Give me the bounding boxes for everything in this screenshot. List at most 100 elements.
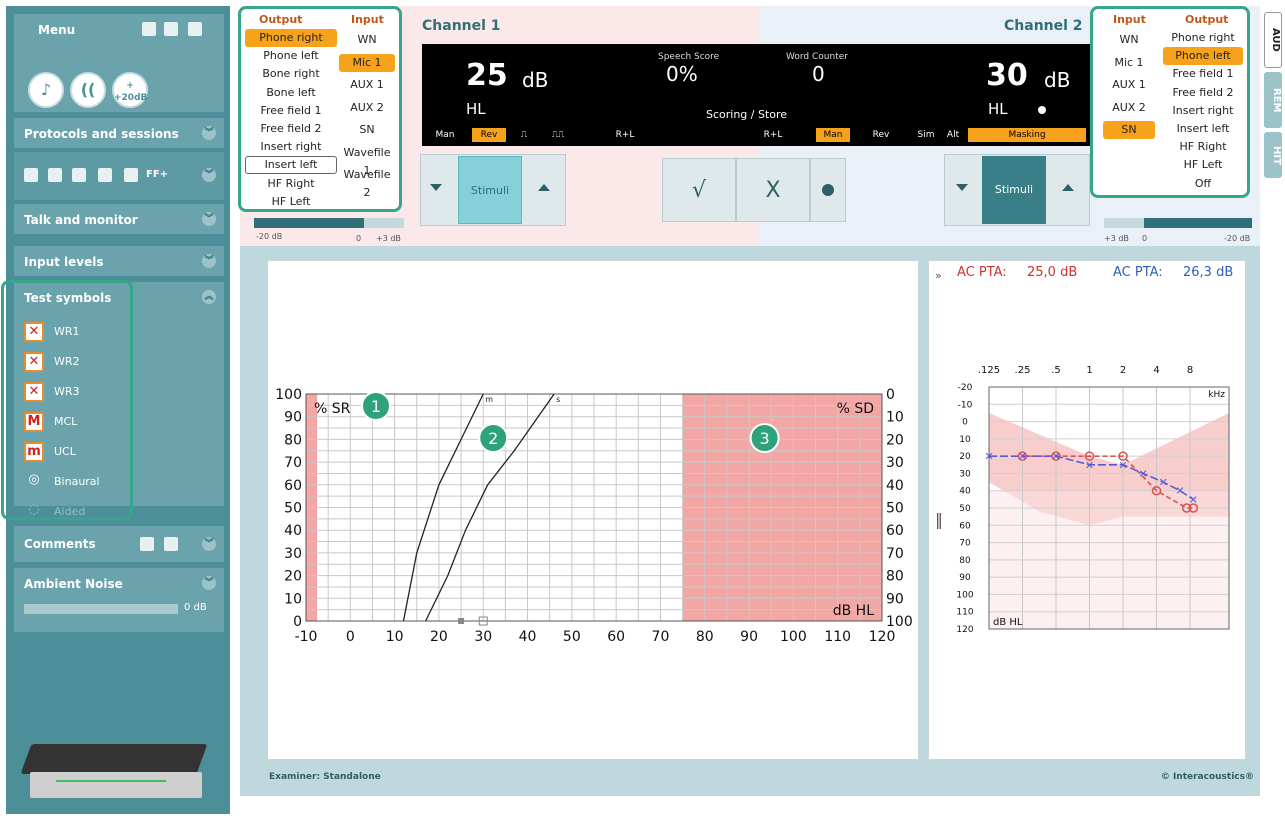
channel2-hl: HL: [988, 100, 1008, 118]
comment-edit-icon[interactable]: [140, 537, 154, 551]
input-option[interactable]: AUX 1: [1103, 76, 1155, 94]
channel2-mode-button[interactable]: Man: [816, 128, 850, 142]
channel1-mode-button[interactable]: Man: [430, 128, 460, 142]
channel2-mode-button[interactable]: Rev: [866, 128, 896, 142]
speech-button[interactable]: ((: [70, 72, 106, 108]
channel1-mode-button[interactable]: ⎍⎍: [540, 128, 576, 142]
output-option[interactable]: Free field 1: [1163, 65, 1243, 83]
input-option[interactable]: Mic 1: [339, 53, 395, 72]
channel2-up-icon[interactable]: [1062, 184, 1074, 191]
y-left-tick-label: 100: [275, 387, 302, 403]
stenger-icon[interactable]: [72, 168, 86, 182]
print-icon[interactable]: [142, 22, 156, 36]
slider-zero: 0: [356, 234, 362, 243]
channel2-mode-button[interactable]: Masking: [968, 128, 1086, 142]
input-option[interactable]: AUX 2: [1103, 99, 1155, 117]
output-option[interactable]: Insert right: [1163, 102, 1243, 120]
chevron-up-icon[interactable]: ︽: [202, 290, 216, 304]
channel2-mode-button[interactable]: R+L: [758, 128, 788, 142]
unit-label: dB HL: [993, 617, 1023, 628]
music-button[interactable]: ♪: [28, 72, 64, 108]
output-option[interactable]: Insert left: [245, 156, 337, 175]
curve-label-m: m: [485, 395, 493, 404]
output-option[interactable]: Phone right: [245, 29, 337, 47]
level-tick-label: 20: [959, 452, 971, 462]
ff-plus-label[interactable]: FF+: [146, 169, 168, 180]
ambient-noise-value: 0 dB: [184, 602, 207, 613]
y-right-tick-label: 90: [886, 591, 904, 607]
channel2-mode-button[interactable]: Sim: [914, 128, 938, 142]
output-option[interactable]: Phone left: [245, 47, 337, 65]
menu-label: Menu: [38, 23, 76, 37]
input-option[interactable]: Wavefile 2: [339, 166, 395, 199]
swap-icon[interactable]: [98, 168, 112, 182]
speaker-icon[interactable]: [124, 168, 138, 182]
chevron-down-icon[interactable]: ︾: [202, 212, 216, 226]
output-option[interactable]: HF Right: [1163, 138, 1243, 156]
correct-button[interactable]: √: [662, 158, 736, 222]
chevron-down-icon[interactable]: ︾: [202, 168, 216, 182]
output-option[interactable]: HF Right: [245, 175, 337, 193]
input-option[interactable]: WN: [1103, 31, 1155, 49]
input-levels-section[interactable]: Input levels ︾: [14, 246, 224, 276]
plus-20db-button[interactable]: + +20dB: [112, 72, 148, 108]
lock-icon[interactable]: [24, 168, 38, 182]
input-header: Input: [1113, 13, 1146, 26]
record-button[interactable]: [810, 158, 846, 222]
speech-chart[interactable]: -10 0 10 20 30 40 50 60 70 80 90 100 110 120100908070…: [268, 261, 920, 761]
output-option[interactable]: Free field 2: [245, 120, 337, 138]
edit-icon[interactable]: [48, 168, 62, 182]
output-option[interactable]: Bone right: [245, 65, 337, 83]
exit-icon[interactable]: [188, 22, 202, 36]
chevron-down-icon[interactable]: ︾: [202, 254, 216, 268]
channel1-stimuli-button[interactable]: Stimuli: [458, 156, 522, 224]
channel2-stimuli-button[interactable]: Stimuli: [982, 156, 1046, 224]
channel1-mode-button[interactable]: Rev: [472, 128, 506, 142]
chevron-down-icon[interactable]: ︾: [202, 537, 216, 551]
scoring-store-label[interactable]: Scoring / Store: [706, 108, 787, 121]
word-counter-label: Word Counter: [786, 52, 848, 62]
slider-zero: 0: [1142, 234, 1148, 243]
tab-hit[interactable]: HIT: [1264, 132, 1282, 178]
output-option[interactable]: Free field 1: [245, 102, 337, 120]
input-option[interactable]: Mic 1: [1103, 54, 1155, 72]
freq-tick-label: .5: [1051, 365, 1061, 376]
audiogram-chart[interactable]: .125 .25 .5 1 2 4 8 kHz -20 -10 0 10 20 30 40 50 60 70 80 9…: [929, 261, 1247, 761]
channel1-down-icon[interactable]: [430, 184, 442, 191]
output-option[interactable]: Phone left: [1163, 47, 1243, 66]
comments-section[interactable]: Comments ︾: [14, 526, 224, 562]
input-option[interactable]: SN: [339, 121, 395, 139]
channel2-mode-button[interactable]: Alt: [942, 128, 964, 142]
y-right-tick-label: 50: [886, 501, 904, 517]
output-option[interactable]: Bone left: [245, 84, 337, 102]
chevron-down-icon[interactable]: ︾: [202, 576, 216, 590]
output-option[interactable]: Insert right: [245, 138, 337, 156]
left-ear-marker: ✕: [1085, 459, 1094, 472]
output-option[interactable]: Phone right: [1163, 29, 1243, 47]
output-option[interactable]: Free field 2: [1163, 84, 1243, 102]
input-option[interactable]: AUX 1: [339, 76, 395, 94]
channel2-down-icon[interactable]: [956, 184, 968, 191]
output-option[interactable]: Off: [1163, 175, 1243, 193]
talk-monitor-section[interactable]: Talk and monitor ︾: [14, 204, 224, 234]
chevron-down-icon[interactable]: ︾: [202, 126, 216, 140]
output-option[interactable]: HF Left: [245, 193, 337, 211]
tab-rem[interactable]: REM: [1264, 72, 1282, 128]
channel1-up-icon[interactable]: [538, 184, 550, 191]
note-icon[interactable]: [164, 537, 178, 551]
input-option[interactable]: SN: [1103, 121, 1155, 139]
incorrect-button[interactable]: X: [736, 158, 810, 222]
input-option[interactable]: WN: [339, 31, 395, 49]
channel1-mode-button[interactable]: R+L: [610, 128, 640, 142]
output-option[interactable]: Insert left: [1163, 120, 1243, 138]
y-right-tick-label: 40: [886, 478, 904, 494]
speech-score-label: Speech Score: [658, 52, 720, 62]
input-option[interactable]: AUX 2: [339, 99, 395, 117]
splitter-handle[interactable]: ‖: [935, 510, 943, 529]
output-option[interactable]: HF Left: [1163, 156, 1243, 174]
protocols-section[interactable]: Protocols and sessions ︾: [14, 118, 224, 148]
tab-aud[interactable]: AUD: [1264, 12, 1282, 68]
save-icon[interactable]: [164, 22, 178, 36]
input-option[interactable]: Wavefile 1: [339, 144, 395, 177]
channel1-mode-button[interactable]: ⎍: [510, 128, 538, 142]
